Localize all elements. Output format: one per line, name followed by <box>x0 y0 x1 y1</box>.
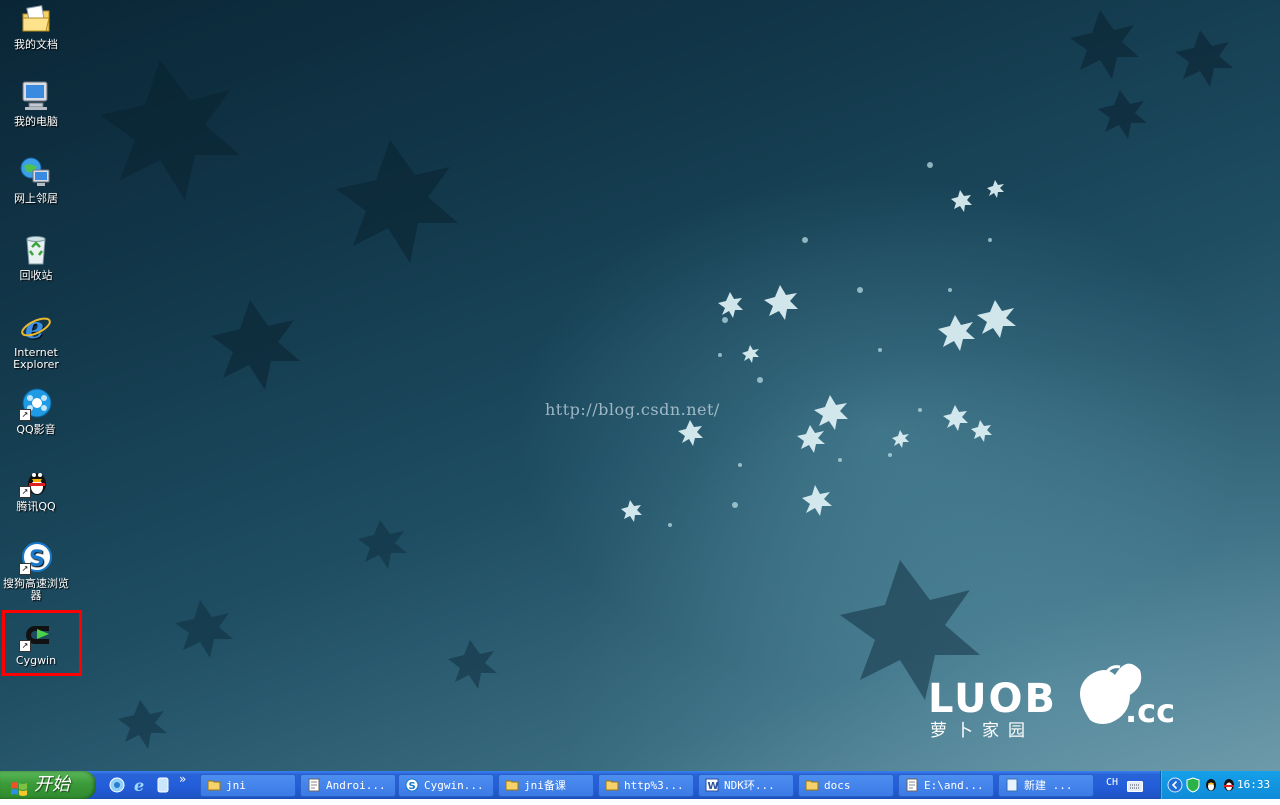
task-button-label: Cygwin... <box>424 779 484 792</box>
recycle-bin-icon <box>19 233 53 267</box>
qq-penguin-icon: ↗ <box>19 464 53 498</box>
notepad-icon <box>905 778 919 792</box>
start-button[interactable]: 开始 <box>0 771 96 799</box>
svg-text:e: e <box>25 311 44 344</box>
start-label: 开始 <box>34 774 70 795</box>
network-places-icon <box>19 156 53 190</box>
task-button-label: jni备课 <box>524 779 566 792</box>
task-button-label: E:\and... <box>924 779 984 792</box>
task-button-jni-lesson[interactable]: jni备课 <box>498 774 594 797</box>
desktop-icon-label: QQ影音 <box>16 423 56 436</box>
shortcut-arrow-icon: ↗ <box>19 409 31 421</box>
desktop-icon-label: Internet Explorer <box>13 346 59 371</box>
windows-flag-icon <box>10 777 28 805</box>
desktop-icon-label: 腾讯QQ <box>16 500 56 513</box>
task-button-ndk[interactable]: W NDK环... <box>698 774 794 797</box>
task-button-label: 新建 ... <box>1024 779 1073 792</box>
desktop-icon-label: 回收站 <box>19 269 53 282</box>
tray-qq-penguin-icon[interactable] <box>1203 776 1219 796</box>
desktop-icon-internet-explorer[interactable]: e Internet Explorer <box>0 310 72 371</box>
qq-player-icon: ↗ <box>19 387 53 421</box>
task-button-android[interactable]: Androi... <box>300 774 396 797</box>
word-document-icon: W <box>705 778 719 792</box>
task-button-jni[interactable]: jni <box>200 774 296 797</box>
sogou-browser-icon: S ↗ <box>19 541 53 575</box>
desktop-icon-label: 我的电脑 <box>14 115 58 128</box>
internet-explorer-icon: e <box>19 310 53 346</box>
tray-qq-penguin-alt-icon[interactable] <box>1221 776 1237 796</box>
svg-text:S: S <box>409 781 416 792</box>
desktop-icon-label: 我的文档 <box>14 38 58 51</box>
brand-logo-subtitle: 萝卜家园 <box>930 721 1034 741</box>
desktop-icon-sogou-browser[interactable]: S ↗ 搜狗高速浏览器 <box>0 541 72 602</box>
task-button-new[interactable]: 新建 ... <box>998 774 1094 797</box>
desktop[interactable]: LUOB .cc 萝卜家园 http://blog.csdn.net/ 我的文档 <box>0 0 1280 771</box>
desktop-icon-recycle-bin[interactable]: 回收站 <box>0 233 72 282</box>
watermark-text: http://blog.csdn.net/ <box>545 400 720 419</box>
quick-launch-more-button[interactable]: » <box>179 772 197 790</box>
folder-icon <box>207 778 221 792</box>
desktop-icon-qq-player[interactable]: ↗ QQ影音 <box>0 387 72 436</box>
desktop-icon-label: 网上邻居 <box>14 192 58 205</box>
tray-security-icon[interactable] <box>1185 777 1201 797</box>
desktop-icon-my-computer[interactable]: 我的电脑 <box>0 79 72 128</box>
keyboard-icon[interactable] <box>1127 778 1143 797</box>
folder-icon <box>805 778 819 792</box>
task-button-label: jni <box>226 779 246 792</box>
svg-text:W: W <box>708 781 719 792</box>
task-button-label: Androi... <box>326 779 386 792</box>
brand-logo-letters: LUOB <box>928 676 1057 722</box>
desktop-icon-my-documents[interactable]: 我的文档 <box>0 2 72 51</box>
quick-launch-internet-explorer-icon[interactable]: e <box>131 776 149 795</box>
document-icon <box>1005 778 1019 792</box>
svg-text:S: S <box>29 547 45 572</box>
desktop-icon-label: 搜狗高速浏览器 <box>3 577 69 602</box>
quick-launch-media-player-icon[interactable] <box>154 776 172 794</box>
folder-icon <box>605 778 619 792</box>
task-button-http[interactable]: http%3... <box>598 774 694 797</box>
tray-expand-arrow-icon[interactable] <box>1167 777 1183 797</box>
desktop-icon-qq[interactable]: ↗ 腾讯QQ <box>0 464 72 513</box>
task-button-label: http%3... <box>624 779 684 792</box>
taskbar: 开始 e » jni Androi... S Cygwin... jni备课 h… <box>0 771 1280 799</box>
desktop-icon-network-places[interactable]: 网上邻居 <box>0 156 72 205</box>
brand-logo-suffix: .cc <box>1125 692 1175 730</box>
task-button-label: docs <box>824 779 851 792</box>
sogou-browser-icon: S <box>405 778 419 792</box>
my-documents-icon <box>19 2 53 36</box>
svg-text:e: e <box>134 776 144 794</box>
folder-icon <box>505 778 519 792</box>
shortcut-arrow-icon: ↗ <box>19 563 31 575</box>
language-indicator[interactable]: CH <box>1106 777 1118 788</box>
shortcut-arrow-icon: ↗ <box>19 486 31 498</box>
task-button-cygwin-browser[interactable]: S Cygwin... <box>398 774 494 797</box>
clock[interactable]: 16:33 <box>1237 778 1270 791</box>
quick-launch-show-desktop-icon[interactable] <box>108 776 126 794</box>
notepad-icon <box>307 778 321 792</box>
brand-logo: LUOB .cc 萝卜家园 <box>928 663 1175 741</box>
my-computer-icon <box>19 79 53 113</box>
task-button-label: NDK环... <box>724 779 775 792</box>
wallpaper: LUOB .cc 萝卜家园 <box>100 10 1233 749</box>
highlight-annotation-box <box>2 610 82 676</box>
task-button-docs[interactable]: docs <box>798 774 894 797</box>
task-button-e-android[interactable]: E:\and... <box>898 774 994 797</box>
